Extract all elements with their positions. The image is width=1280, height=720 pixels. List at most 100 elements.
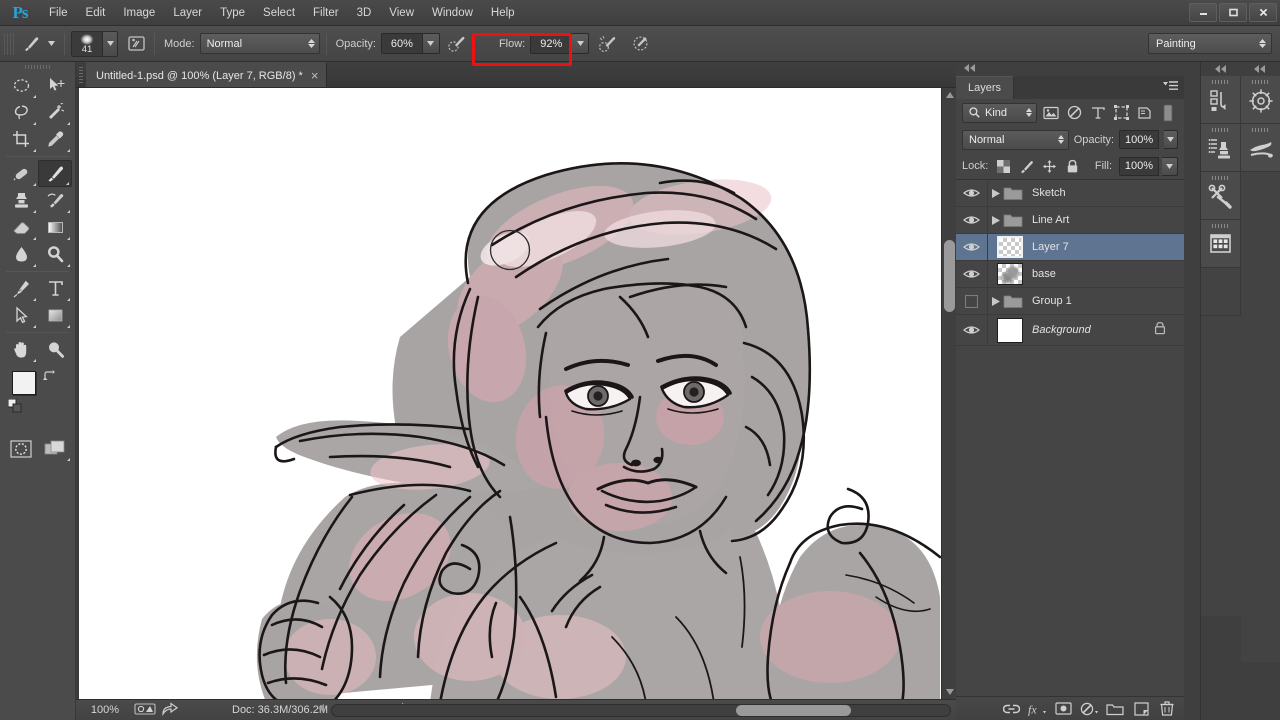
hand-tool[interactable] <box>4 336 38 363</box>
new-layer-icon[interactable] <box>1129 698 1153 720</box>
canvas[interactable] <box>79 88 941 699</box>
path-selection-tool[interactable] <box>4 302 38 329</box>
scroll-left-arrow[interactable] <box>318 703 324 715</box>
blend-mode-select[interactable]: Normal <box>199 33 320 54</box>
menu-window[interactable]: Window <box>423 0 482 26</box>
menu-3d[interactable]: 3D <box>348 0 381 26</box>
brush-size-picker[interactable]: 41 <box>71 30 118 57</box>
options-bar-grip[interactable] <box>4 32 14 55</box>
swap-colors-button[interactable] <box>42 369 56 386</box>
table-row[interactable]: Sketch <box>956 179 1184 207</box>
layer-thumbnail[interactable] <box>988 317 1032 343</box>
brush-preset-dropdown-arrow[interactable] <box>44 32 58 56</box>
close-button[interactable] <box>1249 3 1277 22</box>
zoom-tool[interactable] <box>38 336 72 363</box>
pixel-filter-icon[interactable] <box>1041 102 1061 124</box>
layer-visibility-toggle[interactable] <box>956 206 988 234</box>
brush-presets-panel-icon[interactable] <box>1201 172 1241 220</box>
canvas-horizontal-scrollbar[interactable] <box>331 704 951 717</box>
workspace-select[interactable]: Painting <box>1148 33 1272 54</box>
move-tool[interactable] <box>38 72 72 99</box>
expand-group-icon[interactable] <box>992 215 1000 225</box>
flow-input[interactable]: 92% <box>530 33 573 54</box>
tablet-pressure-opacity-button[interactable] <box>445 31 469 57</box>
swatches-panel-icon[interactable] <box>1201 220 1241 268</box>
panel-menu-icon[interactable] <box>1163 81 1178 95</box>
tab-bar-grip[interactable] <box>76 62 86 87</box>
rectangle-tool[interactable] <box>38 302 72 329</box>
layer-name[interactable]: Line Art <box>1032 214 1069 226</box>
layer-thumbnail[interactable] <box>988 212 1032 228</box>
filter-toggle-icon[interactable] <box>1158 102 1178 124</box>
menu-type[interactable]: Type <box>211 0 254 26</box>
menu-filter[interactable]: Filter <box>304 0 348 26</box>
lock-transparent-icon[interactable] <box>993 156 1013 176</box>
shape-filter-icon[interactable] <box>1111 102 1131 124</box>
canvas-vertical-scrollbar[interactable] <box>941 88 956 699</box>
layer-visibility-toggle[interactable] <box>956 233 988 261</box>
layer-opacity-slider-arrow[interactable] <box>1164 130 1178 149</box>
new-group-icon[interactable] <box>1103 698 1127 720</box>
quick-mask-button[interactable] <box>4 435 38 462</box>
collapse-panels-icon[interactable] <box>964 63 976 75</box>
tab-layers[interactable]: Layers <box>956 76 1015 99</box>
preview-icon[interactable] <box>134 702 156 719</box>
layer-visibility-toggle[interactable] <box>956 179 988 207</box>
tool-presets-panel-icon[interactable] <box>1241 124 1280 172</box>
table-row[interactable]: base <box>956 260 1184 288</box>
marquee-tool[interactable] <box>4 72 38 99</box>
scroll-down-arrow[interactable] <box>944 687 955 697</box>
quick-selection-tool[interactable] <box>38 99 72 126</box>
lock-position-icon[interactable] <box>1039 156 1059 176</box>
layer-fill-slider-arrow[interactable] <box>1162 156 1178 176</box>
clone-stamp-tool[interactable] <box>4 187 38 214</box>
toggle-brush-panel-button[interactable] <box>124 31 148 57</box>
menu-help[interactable]: Help <box>482 0 524 26</box>
menu-file[interactable]: File <box>40 0 77 26</box>
table-row[interactable]: Line Art <box>956 206 1184 234</box>
blur-tool[interactable] <box>4 241 38 268</box>
eraser-tool[interactable] <box>4 214 38 241</box>
type-tool[interactable] <box>38 275 72 302</box>
default-colors-button[interactable] <box>7 398 23 417</box>
airbrush-button[interactable] <box>595 31 619 57</box>
tablet-pressure-size-button[interactable] <box>628 31 652 57</box>
gradient-tool[interactable] <box>38 214 72 241</box>
table-row[interactable]: Background <box>956 314 1184 346</box>
layer-thumbnail[interactable] <box>988 293 1032 309</box>
brush-size-dropdown-arrow[interactable] <box>103 30 118 57</box>
vertical-scrollbar-thumb[interactable] <box>944 240 955 312</box>
layer-visibility-toggle[interactable] <box>956 314 988 346</box>
layer-name[interactable]: Layer 7 <box>1032 241 1069 253</box>
menu-image[interactable]: Image <box>114 0 164 26</box>
layer-thumbnail[interactable] <box>988 263 1032 285</box>
brush-preview[interactable]: 41 <box>71 30 103 57</box>
layer-blend-mode-select[interactable]: Normal <box>962 129 1069 150</box>
expand-group-icon[interactable] <box>992 296 1000 306</box>
history-brush-tool[interactable] <box>38 187 72 214</box>
layer-name[interactable]: base <box>1032 268 1056 280</box>
maximize-button[interactable] <box>1219 3 1247 22</box>
menu-edit[interactable]: Edit <box>77 0 115 26</box>
opacity-slider-arrow[interactable] <box>422 33 440 54</box>
layer-name[interactable]: Background <box>1032 324 1091 336</box>
horizontal-scrollbar-track[interactable] <box>331 704 951 717</box>
table-row[interactable]: Layer 7 <box>956 233 1184 261</box>
pen-tool[interactable] <box>4 275 38 302</box>
layer-name[interactable]: Group 1 <box>1032 295 1072 307</box>
opacity-input[interactable]: 60% <box>380 33 423 54</box>
share-icon[interactable] <box>162 701 179 719</box>
adjustment-layer-icon[interactable] <box>1077 698 1101 720</box>
smartobject-filter-icon[interactable] <box>1135 102 1155 124</box>
menu-view[interactable]: View <box>380 0 423 26</box>
foreground-color-swatch[interactable] <box>12 371 36 395</box>
actions-panel-icon[interactable] <box>1201 124 1241 172</box>
horizontal-scrollbar-thumb[interactable] <box>736 705 851 716</box>
healing-brush-tool[interactable] <box>4 160 38 187</box>
layer-visibility-toggle[interactable] <box>956 287 988 315</box>
menu-layer[interactable]: Layer <box>164 0 211 26</box>
lasso-tool[interactable] <box>4 99 38 126</box>
zoom-level[interactable]: 100% <box>82 704 128 716</box>
type-filter-icon[interactable] <box>1088 102 1108 124</box>
document-tab[interactable]: Untitled-1.psd @ 100% (Layer 7, RGB/8) *… <box>86 62 328 87</box>
